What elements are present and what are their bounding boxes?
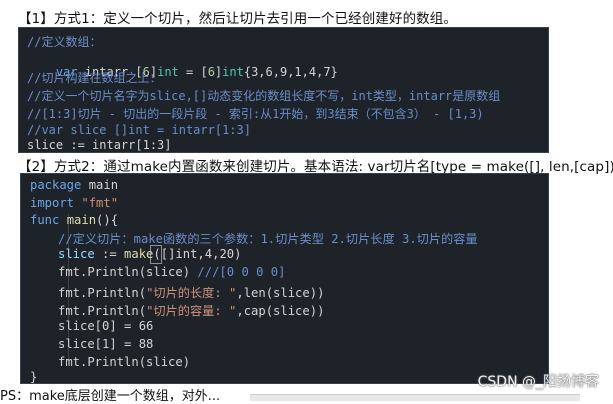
code-text: {3,6,9,1,4,7} bbox=[243, 65, 338, 79]
code-function: make bbox=[124, 247, 154, 261]
code-line-close-brace: } bbox=[30, 370, 38, 384]
code-line-slice-assign: slice := intarr[1:3] bbox=[27, 138, 172, 152]
code-variable: slice bbox=[58, 247, 95, 261]
code-text: := bbox=[94, 247, 125, 261]
code-line-assign-1: slice[1] = 88 bbox=[58, 337, 154, 351]
heading-method-2: 【2】方式2：通过make内置函数来创建切片。基本语法: var切片名[type… bbox=[18, 159, 613, 175]
csdn-watermark: CSDN @_阳扬博客 bbox=[477, 374, 599, 390]
code-block-1: //定义数组： var intarr [6]int = [6]int{3,6,9… bbox=[18, 27, 549, 153]
code-number: 6 bbox=[207, 65, 215, 79]
code-string: "切片的容量: " bbox=[146, 304, 237, 318]
heading-method-1: 【1】方式1：定义一个切片，然后让切片去引用一个已经创建好的数组。 bbox=[18, 11, 457, 27]
code-text: ([]int,4,20) bbox=[153, 247, 242, 261]
code-text: fmt.Println( bbox=[58, 286, 147, 300]
code-string: "切片的长度: " bbox=[146, 286, 237, 300]
code-text: ,cap(slice)) bbox=[236, 304, 325, 318]
code-line-print-slice: fmt.Println(slice) ///[0 0 0 0] bbox=[58, 265, 285, 279]
code-comment: //定义一个切片名字为slice,[]动态变化的数组长度不写，int类型，int… bbox=[27, 89, 501, 103]
footer-note: PS：make底层创建一个数组，对外... bbox=[0, 389, 221, 404]
code-line-import: import "fmt" bbox=[30, 196, 118, 210]
code-type: int bbox=[222, 65, 244, 79]
code-line-print-final: fmt.Println(slice) bbox=[58, 355, 191, 369]
code-line-assign-0: slice[0] = 66 bbox=[58, 319, 154, 333]
code-keyword: func bbox=[30, 213, 60, 227]
code-function: main bbox=[59, 213, 97, 227]
code-comment: //定义切片：make函数的三个参数：1.切片类型 2.切片长度 3.切片的容量 bbox=[58, 232, 478, 246]
code-string: "fmt" bbox=[74, 196, 119, 210]
code-line-print-len: fmt.Println("切片的长度: ",len(slice)) bbox=[58, 283, 324, 301]
code-text: ,len(slice)) bbox=[236, 286, 325, 300]
code-comment: //定义数组： bbox=[27, 35, 102, 49]
code-block-2: package main import "fmt" func main(){ /… bbox=[20, 173, 549, 384]
code-line-func: func main(){ bbox=[30, 213, 118, 227]
code-keyword: package bbox=[30, 178, 82, 192]
code-line-make: slice := make([]int,4,20) bbox=[58, 247, 241, 261]
code-line-print-cap: fmt.Println("切片的容量: ",cap(slice)) bbox=[58, 301, 324, 319]
code-line-package: package main bbox=[30, 178, 118, 192]
code-comment: //[1:3]切片 - 切出的一段片段 - 索引:从1开始，到3结束（不包含3）… bbox=[27, 107, 484, 121]
code-comment: //var slice []int = intarr[1:3] bbox=[27, 123, 251, 137]
code-keyword: import bbox=[30, 196, 75, 210]
code-text: = [ bbox=[178, 65, 208, 79]
code-comment: ///[0 0 0 0] bbox=[190, 265, 286, 279]
code-text: fmt.Println( bbox=[58, 304, 147, 318]
code-text: main bbox=[81, 178, 119, 192]
code-text: (){ bbox=[96, 213, 119, 227]
code-text: fmt.Println(slice) bbox=[58, 265, 191, 279]
code-comment: //切片构建在数组之上： bbox=[27, 71, 162, 85]
